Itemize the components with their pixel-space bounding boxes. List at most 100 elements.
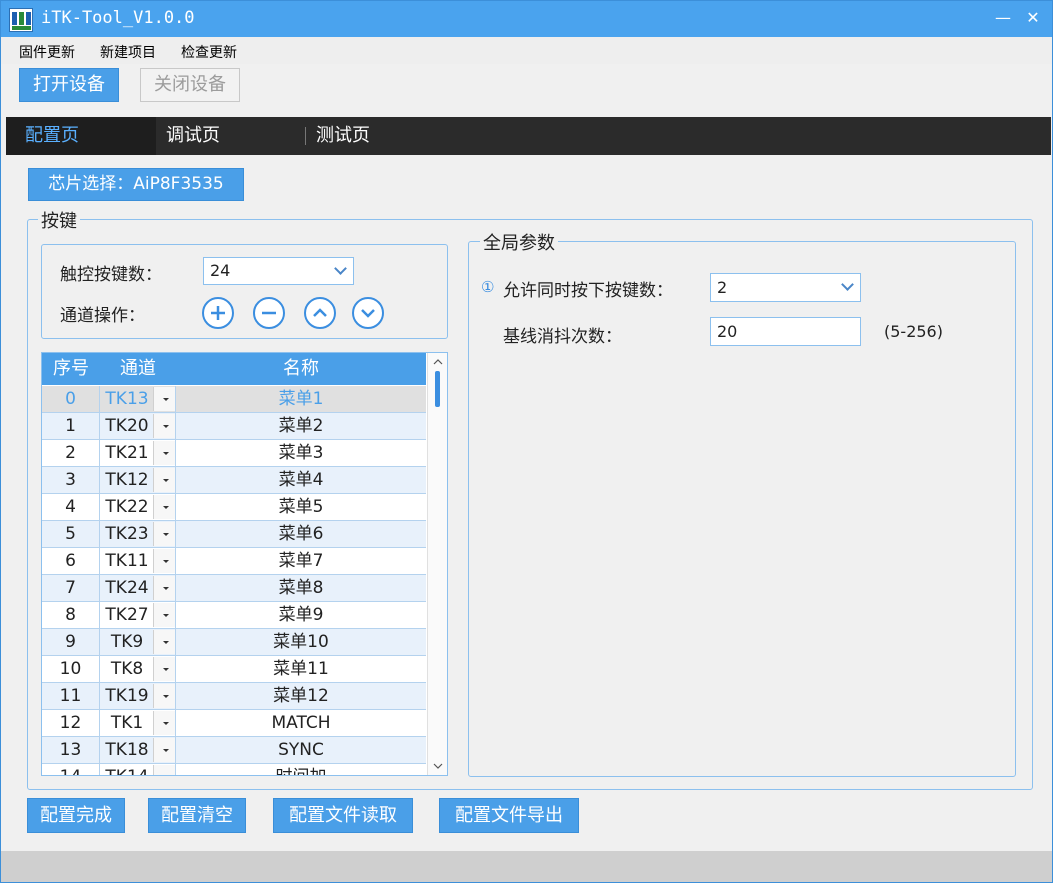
- cell-channel-select[interactable]: TK9: [100, 629, 176, 656]
- scroll-down-icon[interactable]: [428, 759, 448, 773]
- table-row[interactable]: 14TK14 时间加: [42, 764, 426, 775]
- cell-channel-select[interactable]: TK12: [100, 467, 176, 494]
- tab-config[interactable]: 配置页: [6, 117, 156, 155]
- config-done-button[interactable]: 配置完成: [27, 798, 125, 833]
- table-row[interactable]: 9 TK9 菜单10: [42, 629, 426, 656]
- info-icon[interactable]: ①: [481, 278, 494, 296]
- dropdown-arrow-icon[interactable]: [153, 441, 175, 465]
- dropdown-arrow-icon[interactable]: [153, 630, 175, 654]
- dropdown-arrow-icon[interactable]: [153, 495, 175, 519]
- table-header: 序号 通道 名称: [42, 353, 426, 385]
- config-clear-button[interactable]: 配置清空: [148, 798, 246, 833]
- table-row[interactable]: 5 TK23 菜单6: [42, 521, 426, 548]
- simultaneous-value: 2: [717, 278, 728, 297]
- move-down-button[interactable]: [352, 297, 384, 329]
- table-row[interactable]: 13 TK18 SYNC: [42, 737, 426, 764]
- table-row[interactable]: 3 TK12 菜单4: [42, 467, 426, 494]
- table-row[interactable]: 0 TK13 菜单1: [42, 386, 426, 413]
- tab-separator: [305, 127, 306, 145]
- cell-channel-select[interactable]: TK20: [100, 413, 176, 440]
- table-row[interactable]: 2 TK21 菜单3: [42, 440, 426, 467]
- close-device-button[interactable]: 关闭设备: [140, 68, 240, 102]
- simultaneous-label: 允许同时按下按键数：: [503, 281, 673, 301]
- dropdown-arrow-icon[interactable]: [153, 549, 175, 573]
- tab-test[interactable]: 测试页: [316, 117, 456, 155]
- debounce-input[interactable]: 20: [710, 317, 861, 346]
- cell-name[interactable]: 时间加: [176, 764, 426, 775]
- cell-name[interactable]: 菜单1: [176, 386, 426, 413]
- cell-channel-select[interactable]: TK27: [100, 602, 176, 629]
- config-file-read-button[interactable]: 配置文件读取: [273, 798, 413, 833]
- dropdown-arrow-icon[interactable]: [153, 738, 175, 762]
- cell-name[interactable]: 菜单6: [176, 521, 426, 548]
- cell-channel: TK24: [105, 578, 149, 598]
- remove-channel-button[interactable]: [253, 297, 285, 329]
- cell-channel-select[interactable]: TK1: [100, 710, 176, 737]
- dropdown-arrow-icon[interactable]: [153, 576, 175, 600]
- cell-channel-select[interactable]: TK22: [100, 494, 176, 521]
- dropdown-arrow-icon[interactable]: [153, 603, 175, 627]
- key-table[interactable]: 序号 通道 名称 0 TK13 菜单1 1 TK20 菜单2 2 TK21 菜单3 3 TK12 菜单…: [41, 352, 448, 776]
- cell-channel-select[interactable]: TK13: [100, 386, 176, 413]
- header-channel[interactable]: 通道: [100, 353, 176, 385]
- config-file-export-button[interactable]: 配置文件导出: [439, 798, 579, 833]
- dropdown-arrow-icon[interactable]: [153, 765, 175, 775]
- cell-channel-select[interactable]: TK19: [100, 683, 176, 710]
- table-row[interactable]: 1 TK20 菜单2: [42, 413, 426, 440]
- dropdown-arrow-icon[interactable]: [153, 711, 175, 735]
- cell-name[interactable]: 菜单11: [176, 656, 426, 683]
- cell-channel-select[interactable]: TK18: [100, 737, 176, 764]
- dropdown-arrow-icon[interactable]: [153, 657, 175, 681]
- scroll-up-icon[interactable]: [428, 355, 448, 369]
- add-channel-button[interactable]: [202, 297, 234, 329]
- menu-new-project[interactable]: 新建项目: [100, 42, 156, 62]
- dropdown-arrow-icon[interactable]: [153, 684, 175, 708]
- global-params-title: 全局参数: [480, 229, 558, 255]
- header-index[interactable]: 序号: [42, 353, 100, 385]
- cell-name[interactable]: SYNC: [176, 737, 426, 764]
- table-row[interactable]: 7 TK24 菜单8: [42, 575, 426, 602]
- debounce-label: 基线消抖次数：: [503, 327, 622, 347]
- cell-channel-select[interactable]: TK24: [100, 575, 176, 602]
- cell-name[interactable]: MATCH: [176, 710, 426, 737]
- cell-channel-select[interactable]: TK14: [100, 764, 176, 775]
- simultaneous-select[interactable]: 2: [710, 273, 861, 302]
- move-up-button[interactable]: [304, 297, 336, 329]
- cell-name[interactable]: 菜单8: [176, 575, 426, 602]
- touch-count-select[interactable]: 24: [203, 257, 354, 285]
- scroll-thumb[interactable]: [435, 371, 440, 407]
- open-device-button[interactable]: 打开设备: [19, 68, 119, 102]
- dropdown-arrow-icon[interactable]: [153, 387, 175, 411]
- table-row[interactable]: 4 TK22 菜单5: [42, 494, 426, 521]
- cell-channel-select[interactable]: TK21: [100, 440, 176, 467]
- dropdown-arrow-icon[interactable]: [153, 468, 175, 492]
- table-row[interactable]: 6 TK11 菜单7: [42, 548, 426, 575]
- cell-name[interactable]: 菜单9: [176, 602, 426, 629]
- cell-channel-select[interactable]: TK11: [100, 548, 176, 575]
- header-name[interactable]: 名称: [176, 353, 426, 385]
- cell-name[interactable]: 菜单3: [176, 440, 426, 467]
- tab-debug[interactable]: 调试页: [166, 117, 306, 155]
- cell-channel-select[interactable]: TK23: [100, 521, 176, 548]
- cell-name[interactable]: 菜单5: [176, 494, 426, 521]
- table-row[interactable]: 12 TK1 MATCH: [42, 710, 426, 737]
- table-row[interactable]: 10 TK8 菜单11: [42, 656, 426, 683]
- chip-select-button[interactable]: 芯片选择：AiP8F3535: [28, 168, 244, 201]
- dropdown-arrow-icon[interactable]: [153, 522, 175, 546]
- minimize-button[interactable]: —: [989, 5, 1017, 31]
- cell-name[interactable]: 菜单2: [176, 413, 426, 440]
- cell-name[interactable]: 菜单12: [176, 683, 426, 710]
- cell-index: 11: [42, 683, 100, 710]
- cell-name[interactable]: 菜单7: [176, 548, 426, 575]
- menu-check-update[interactable]: 检查更新: [181, 42, 237, 62]
- cell-name[interactable]: 菜单10: [176, 629, 426, 656]
- table-row[interactable]: 11 TK19 菜单12: [42, 683, 426, 710]
- cell-channel-select[interactable]: TK8: [100, 656, 176, 683]
- dropdown-arrow-icon[interactable]: [153, 414, 175, 438]
- table-scrollbar[interactable]: [427, 353, 447, 775]
- close-button[interactable]: ✕: [1019, 5, 1047, 31]
- table-row[interactable]: 8 TK27 菜单9: [42, 602, 426, 629]
- cell-channel: TK22: [105, 497, 149, 517]
- cell-name[interactable]: 菜单4: [176, 467, 426, 494]
- menu-firmware-update[interactable]: 固件更新: [19, 42, 75, 62]
